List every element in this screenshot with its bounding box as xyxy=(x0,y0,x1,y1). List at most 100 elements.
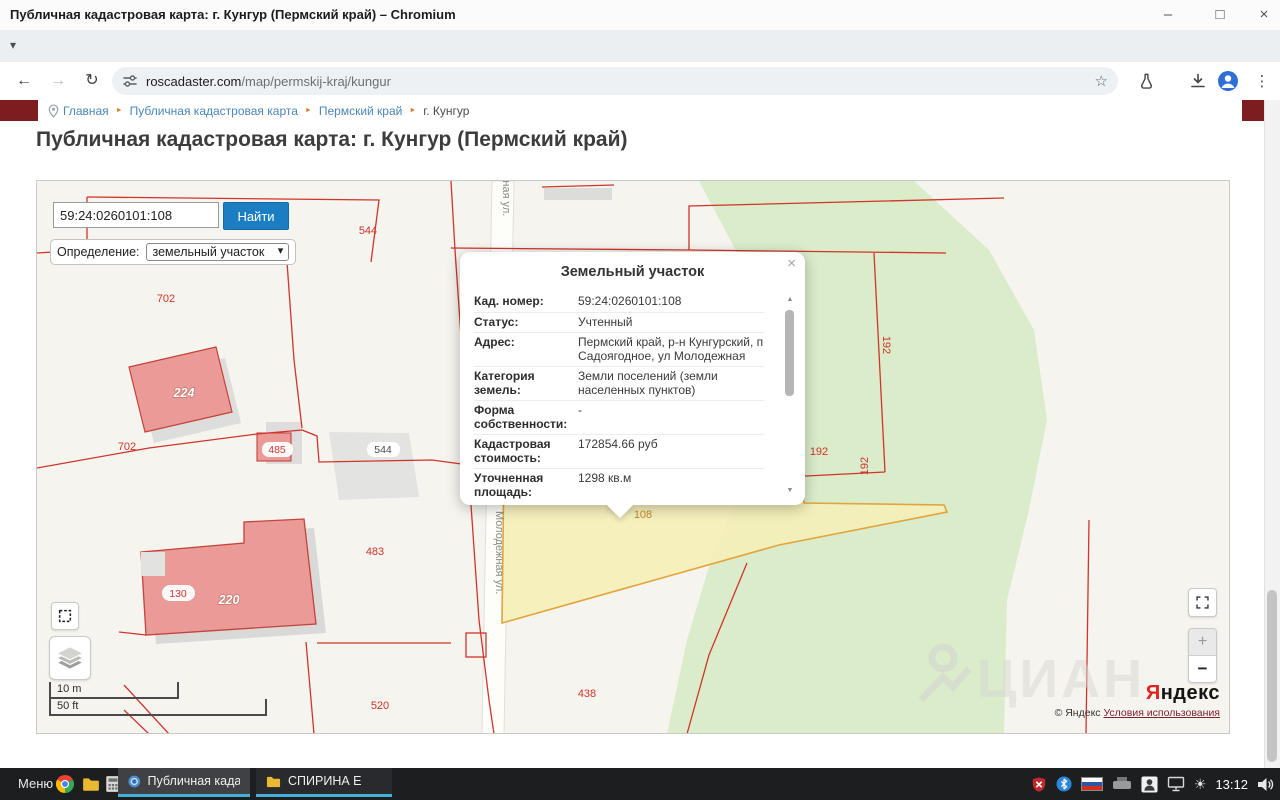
brightness-sun-icon[interactable]: ☀ xyxy=(1194,776,1207,793)
breadcrumb-current: г. Кунгур xyxy=(423,104,469,118)
back-icon[interactable]: ← xyxy=(12,70,36,92)
measure-tool-button[interactable] xyxy=(51,602,79,630)
parcel-attribut-table: Кад. номер:59:24:0260101:108 Статус:Учте… xyxy=(474,292,764,499)
breadcrumb-map-link[interactable]: Публичная кадастровая карта xyxy=(130,104,298,118)
map-scale: 10 m 50 ft xyxy=(49,682,267,716)
breadcrumb-separator-icon: ► xyxy=(116,107,123,114)
parcel-info-popup: Земельный участок × Кад. номер:59:24:026… xyxy=(460,252,805,505)
scroll-down-icon[interactable]: ▼ xyxy=(784,487,796,494)
taskbar-menu-button[interactable]: Меню xyxy=(18,776,53,791)
scale-imperial: 50 ft xyxy=(49,699,267,716)
measure-icon xyxy=(57,608,73,624)
location-pin-icon xyxy=(48,104,59,118)
definition-label: Определение: xyxy=(57,245,140,259)
display-network-icon[interactable] xyxy=(1167,776,1185,792)
url-text[interactable]: roscadaster.com/map/permskij-kraj/kungur xyxy=(146,74,1095,89)
profile-avatar[interactable] xyxy=(1216,70,1240,92)
table-row: Форма собственности:- xyxy=(474,401,764,435)
minimize-button[interactable]: – xyxy=(1158,5,1178,25)
breadcrumb-separator-icon: ► xyxy=(409,107,416,114)
printer-icon[interactable] xyxy=(1112,777,1132,791)
site-settings-icon[interactable] xyxy=(122,73,138,89)
breadcrumb-region-link[interactable]: Пермский край xyxy=(319,104,403,118)
page-scrollbar-thumb[interactable] xyxy=(1267,590,1277,762)
browser-menu-icon[interactable]: ⋮ xyxy=(1250,70,1274,92)
folder-icon xyxy=(266,774,281,789)
definition-select[interactable]: земельный участок ▾ xyxy=(146,243,290,261)
zoom-out-button[interactable]: − xyxy=(1189,656,1216,682)
taskbar-window-label: СПИРИНА Е xyxy=(288,774,362,788)
street-label: Молодежная ул. xyxy=(493,511,505,594)
close-button[interactable]: × xyxy=(1254,5,1274,25)
map-container: ЦИАН 544 702 224 702 485 544 483 130 220… xyxy=(36,180,1230,734)
building-badge: 544 xyxy=(367,442,400,457)
taskbar-window-folder[interactable]: СПИРИНА Е xyxy=(256,768,392,797)
security-shield-icon[interactable] xyxy=(1031,776,1047,793)
fullscreen-button[interactable] xyxy=(1188,588,1217,617)
clock[interactable]: 13:12 xyxy=(1215,777,1248,792)
window-titlebar: Публичная кадастровая карта: г. Кунгур (… xyxy=(0,0,1280,31)
reload-icon[interactable]: ↻ xyxy=(80,70,104,92)
volume-speaker-icon[interactable] xyxy=(1257,777,1274,792)
popup-close-icon[interactable]: × xyxy=(787,255,796,272)
parcel-label: 520 xyxy=(371,700,389,712)
terms-link[interactable]: Условия использования xyxy=(1103,707,1220,719)
parcel-label: 438 xyxy=(578,688,596,700)
layers-button[interactable] xyxy=(49,636,91,680)
table-row: Статус:Учтенный xyxy=(474,313,764,334)
taskbar-window-chromium[interactable]: Публичная кадас... xyxy=(118,768,250,797)
keyboard-layout-flag-icon[interactable] xyxy=(1081,777,1103,791)
layers-icon xyxy=(55,644,85,672)
street-label: Молодежная ул. xyxy=(500,181,512,216)
tab-search-chevron-icon[interactable]: ▾ xyxy=(10,38,16,52)
address-bar[interactable]: roscadaster.com/map/permskij-kraj/kungur… xyxy=(112,67,1118,95)
selected-parcel-label: 108 xyxy=(634,509,652,521)
parcel-label: 192 xyxy=(859,457,871,475)
desktop: Публичная кадастровая карта: г. Кунгур (… xyxy=(0,0,1280,800)
files-folder-icon[interactable] xyxy=(82,775,100,793)
bluetooth-icon[interactable] xyxy=(1056,776,1072,792)
breadcrumb-home-link[interactable]: Главная xyxy=(63,104,109,118)
building-label: 130 xyxy=(169,588,187,600)
parcel-label: 483 xyxy=(366,546,384,558)
popup-title: Земельный участок xyxy=(460,264,805,280)
bookmark-star-icon[interactable]: ☆ xyxy=(1095,72,1108,90)
parcel-label: 192 xyxy=(880,336,892,354)
building-badge: 130 xyxy=(162,585,195,601)
scroll-up-icon[interactable]: ▲ xyxy=(784,296,796,303)
building-footprint xyxy=(544,188,612,200)
building-label: 485 xyxy=(268,444,286,456)
table-row: Адрес:Пермский край, р-н Кунгурский, п С… xyxy=(474,333,764,367)
building-notch xyxy=(141,552,165,576)
search-button[interactable]: Найти xyxy=(223,202,289,230)
table-row: Кад. номер:59:24:0260101:108 xyxy=(474,292,764,313)
tab-strip: ▾ Добавление объекта × (1) Мои задачи × … xyxy=(0,30,1280,62)
parcel-label: 192 xyxy=(810,446,828,458)
forward-icon[interactable]: → xyxy=(46,70,70,92)
definition-value: земельный участок xyxy=(153,245,265,259)
page-title: Публичная кадастровая карта: г. Кунгур (… xyxy=(36,128,628,152)
user-session-icon[interactable] xyxy=(1141,776,1158,793)
popup-scrollbar[interactable]: ▲ ▼ xyxy=(784,296,796,494)
zoom-in-button[interactable]: + xyxy=(1189,629,1216,656)
zoom-control: + − xyxy=(1188,628,1217,683)
breadcrumb-separator-icon: ► xyxy=(305,107,312,114)
scale-metric: 10 m xyxy=(49,682,179,699)
definition-control: Определение: земельный участок ▾ xyxy=(50,239,296,265)
maximize-button[interactable]: □ xyxy=(1210,5,1230,25)
building-label: 224 xyxy=(173,386,195,400)
cadastral-search-input[interactable] xyxy=(53,202,219,228)
parcel-label: 544 xyxy=(359,225,377,237)
fullscreen-icon xyxy=(1195,595,1210,610)
parcel-label: 702 xyxy=(157,293,175,305)
scrollbar-thumb[interactable] xyxy=(785,310,794,396)
site-header-band: Главная ► Публичная кадастровая карта ► … xyxy=(0,100,1264,121)
browser-toolbar: ← → ↻ roscadaster.com/map/permskij-kraj/… xyxy=(0,62,1280,101)
downloads-icon[interactable] xyxy=(1186,70,1210,92)
building-label: 220 xyxy=(218,593,240,607)
watermark-text: ЦИАН xyxy=(977,649,1145,709)
chrome-launcher-icon[interactable] xyxy=(56,775,74,793)
experiments-flask-icon[interactable] xyxy=(1134,70,1158,92)
taskbar-window-label: Публичная кадас... xyxy=(148,774,240,788)
chevron-down-icon: ▾ xyxy=(278,244,284,257)
